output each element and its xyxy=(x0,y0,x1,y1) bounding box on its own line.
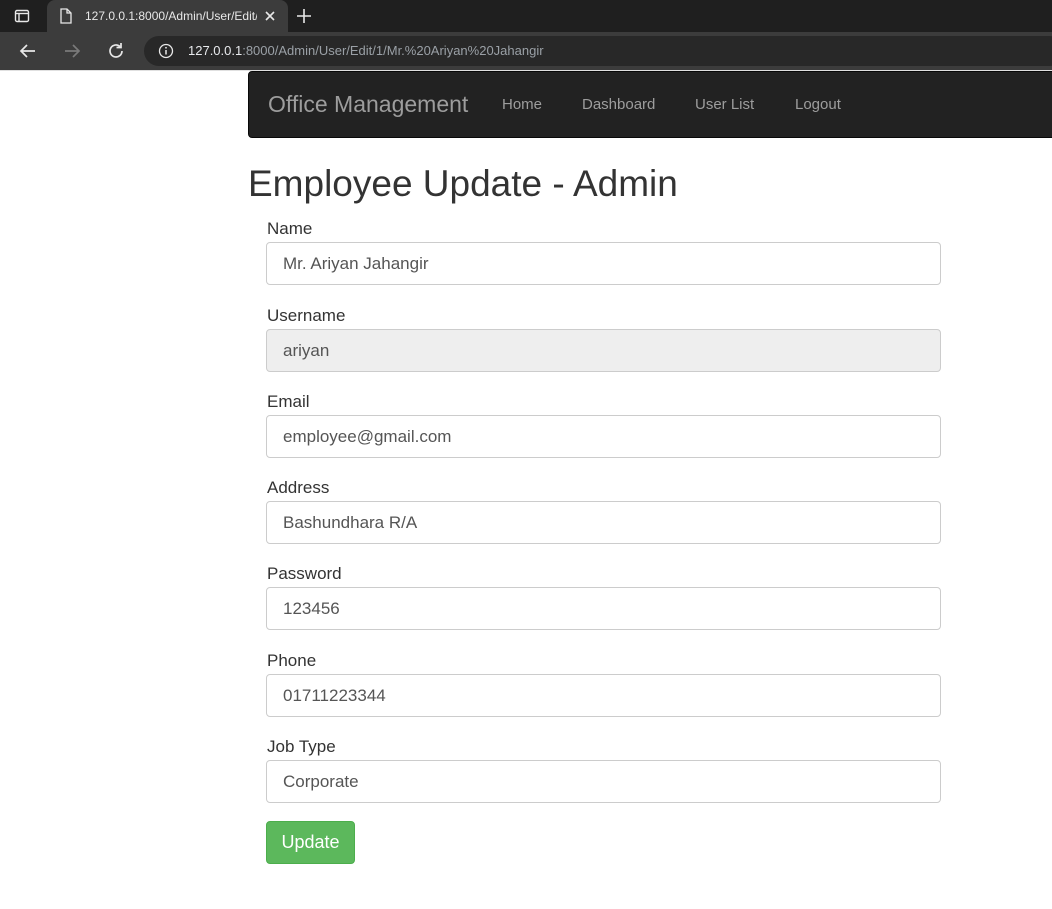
navbar-brand[interactable]: Office Management xyxy=(268,72,468,137)
phone-field[interactable]: 01711223344 xyxy=(266,674,941,717)
username-field: ariyan xyxy=(266,329,941,372)
reload-icon[interactable] xyxy=(106,41,126,61)
browser-toolbar: 127.0.0.1:8000/Admin/User/Edit/1/Mr.%20A… xyxy=(0,32,1052,70)
browser-tab[interactable]: 127.0.0.1:8000/Admin/User/Edit/1/Mr.%20A… xyxy=(47,0,288,32)
nav-link-home[interactable]: Home xyxy=(502,72,542,137)
nav-link-logout[interactable]: Logout xyxy=(795,72,841,137)
job-type-field[interactable]: Corporate xyxy=(266,760,941,803)
name-label: Name xyxy=(267,219,313,238)
name-field[interactable]: Mr. Ariyan Jahangir xyxy=(266,242,941,285)
url-host: 127.0.0.1 xyxy=(188,43,243,58)
nav-link-dashboard[interactable]: Dashboard xyxy=(582,72,655,137)
forward-arrow-icon[interactable] xyxy=(62,41,82,61)
back-arrow-icon[interactable] xyxy=(18,41,38,61)
new-tab-icon[interactable] xyxy=(295,7,313,25)
nav-link-user-list[interactable]: User List xyxy=(695,72,754,137)
site-navbar: Office Management Home Dashboard User Li… xyxy=(248,71,1052,138)
tab-title: 127.0.0.1:8000/Admin/User/Edit/1/Mr.%20A… xyxy=(85,9,257,23)
close-icon[interactable] xyxy=(263,9,277,23)
phone-label: Phone xyxy=(267,651,317,670)
address-field[interactable]: Bashundhara R/A xyxy=(266,501,941,544)
page-title: Employee Update - Admin xyxy=(248,163,678,204)
address-bar[interactable]: 127.0.0.1:8000/Admin/User/Edit/1/Mr.%20A… xyxy=(144,36,1052,66)
tab-actions-icon[interactable] xyxy=(14,8,30,24)
info-icon[interactable] xyxy=(158,43,174,59)
url-path: :8000/Admin/User/Edit/1/Mr.%20Ariyan%20J… xyxy=(242,43,544,58)
url-text[interactable]: 127.0.0.1:8000/Admin/User/Edit/1/Mr.%20A… xyxy=(188,36,544,66)
browser-tab-bar: 127.0.0.1:8000/Admin/User/Edit/1/Mr.%20A… xyxy=(0,0,1052,32)
password-field[interactable]: 123456 xyxy=(266,587,941,630)
email-label: Email xyxy=(267,392,310,411)
page-icon xyxy=(60,8,72,24)
job-type-label: Job Type xyxy=(267,737,336,756)
address-label: Address xyxy=(267,478,330,497)
password-label: Password xyxy=(267,564,342,583)
email-field[interactable]: employee@gmail.com xyxy=(266,415,941,458)
update-button[interactable]: Update xyxy=(266,821,355,864)
username-label: Username xyxy=(267,306,346,325)
